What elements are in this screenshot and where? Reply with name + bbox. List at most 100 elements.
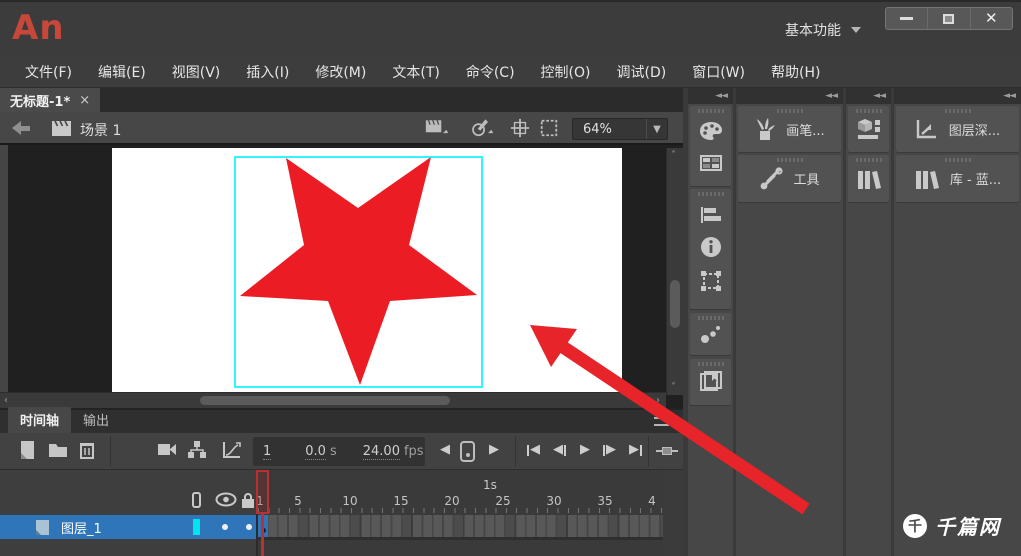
- scene-name-label[interactable]: 场景 1: [80, 120, 121, 140]
- go-to-first-frame-button[interactable]: ◀: [527, 440, 540, 460]
- align-icon[interactable]: [700, 206, 722, 224]
- layer-outline-color-swatch[interactable]: [193, 519, 200, 535]
- horizontal-scrollbar[interactable]: ‹ ›: [0, 392, 666, 408]
- maximize-button[interactable]: [928, 8, 971, 29]
- new-folder-icon[interactable]: [48, 440, 68, 460]
- menu-bar: 文件(F) 编辑(E) 视图(V) 插入(I) 修改(M) 文本(T) 命令(C…: [0, 56, 1021, 88]
- elapsed-time-value[interactable]: 0.0: [305, 444, 326, 460]
- document-tab[interactable]: 无标题-1* ×: [0, 88, 101, 112]
- layer-name[interactable]: 图层_1: [61, 518, 102, 537]
- vertical-scrollbar[interactable]: ˄ ˅: [666, 148, 683, 395]
- ruler-number: 15: [393, 494, 409, 508]
- chevron-down-icon: [851, 27, 861, 33]
- back-arrow-button[interactable]: [12, 121, 30, 135]
- outline-color-column-icon[interactable]: [191, 492, 202, 508]
- workspace-switcher[interactable]: 基本功能: [785, 20, 861, 40]
- menu-edit[interactable]: 编辑(E): [85, 56, 159, 88]
- tab-timeline[interactable]: 时间轴: [8, 407, 72, 433]
- current-frame-value[interactable]: 1: [263, 444, 272, 460]
- menu-debug[interactable]: 调试(D): [604, 56, 680, 88]
- playhead-marker[interactable]: [256, 470, 269, 514]
- collapse-panels-icon[interactable]: ◄◄: [736, 88, 843, 104]
- color-palette-icon[interactable]: [699, 121, 723, 141]
- panel-button-tools[interactable]: 工具: [738, 155, 841, 202]
- document-tab-bar: 无标题-1* ×: [0, 88, 683, 112]
- frame-rate-value[interactable]: 24.00: [362, 444, 400, 460]
- onion-skin-back-icon[interactable]: ◀: [440, 440, 450, 460]
- collapse-panels-icon[interactable]: ◄◄: [688, 88, 733, 104]
- 3d-position-icon[interactable]: [856, 117, 882, 141]
- scene-panel-icon[interactable]: [699, 370, 723, 394]
- panel-dock: ◄◄ ◄◄ 画笔... 工具 ◄◄ ◄◄ 图层深... 库 - 蓝...: [683, 88, 1021, 556]
- tab-close-icon[interactable]: ×: [79, 93, 90, 108]
- stage-content: [234, 156, 483, 388]
- collapse-panels-icon[interactable]: ◄◄: [846, 88, 891, 104]
- menu-modify[interactable]: 修改(M): [302, 56, 379, 88]
- layer-lock-dot[interactable]: [246, 524, 252, 530]
- horizontal-scroll-thumb[interactable]: [200, 396, 450, 405]
- scroll-left-icon[interactable]: ‹: [4, 395, 8, 406]
- menu-text[interactable]: 文本(T): [379, 56, 452, 88]
- center-frame-icon[interactable]: [508, 118, 532, 138]
- layer-row[interactable]: 图层_1: [0, 515, 256, 539]
- zoom-level-dropdown[interactable]: 64% ▼: [572, 118, 668, 140]
- new-layer-icon[interactable]: [18, 440, 37, 460]
- watermark-text: 千篇网: [935, 515, 1001, 539]
- window-controls: ✕: [885, 7, 1013, 30]
- clip-to-stage-icon[interactable]: [537, 118, 561, 138]
- frame-ruler-ticks[interactable]: [258, 508, 663, 513]
- camera-icon[interactable]: [157, 440, 177, 458]
- minimize-button[interactable]: [886, 8, 929, 29]
- app-logo: An: [12, 8, 65, 48]
- scroll-down-icon[interactable]: ˅: [671, 382, 676, 393]
- transform-icon[interactable]: [700, 270, 722, 292]
- center-playhead-icon[interactable]: [656, 445, 678, 457]
- panel-menu-icon[interactable]: [654, 417, 669, 426]
- info-icon[interactable]: [700, 236, 722, 258]
- scroll-right-icon[interactable]: ›: [656, 395, 660, 406]
- delete-trash-icon[interactable]: [78, 440, 96, 460]
- panel-group-library: [848, 155, 889, 202]
- close-icon: ✕: [985, 9, 998, 27]
- menu-view[interactable]: 视图(V): [159, 56, 234, 88]
- step-forward-button[interactable]: ▶: [603, 440, 616, 460]
- panel-button-brushes[interactable]: 画笔...: [738, 106, 841, 152]
- scroll-up-icon[interactable]: ˄: [671, 150, 676, 161]
- swatches-icon[interactable]: [699, 155, 722, 171]
- go-to-last-frame-button[interactable]: ▶: [629, 440, 642, 460]
- red-star-shape[interactable]: [240, 157, 477, 385]
- code-snippets-icon[interactable]: [700, 324, 722, 344]
- play-button[interactable]: ▶: [580, 440, 590, 460]
- edit-scene-icon[interactable]: [425, 118, 449, 138]
- panel-button-layer-depth[interactable]: 图层深...: [896, 106, 1019, 152]
- ruler-number: 4: [648, 494, 656, 508]
- library-books-icon[interactable]: [856, 167, 882, 191]
- layer-visible-dot[interactable]: [222, 524, 228, 530]
- step-back-button[interactable]: ◀: [553, 440, 566, 460]
- animate-application-window: An 基本功能 ✕ 文件(F) 编辑(E) 视图(V) 插入(I) 修改(M) …: [0, 0, 1021, 556]
- graph-editor-icon[interactable]: [222, 440, 242, 459]
- menu-insert[interactable]: 插入(I): [233, 56, 302, 88]
- visibility-eye-icon[interactable]: [215, 492, 237, 507]
- panel-column-a: ◄◄: [688, 88, 733, 556]
- workspace-label: 基本功能: [785, 23, 841, 39]
- tab-output[interactable]: 输出: [71, 407, 121, 433]
- menu-window[interactable]: 窗口(W): [679, 56, 758, 88]
- close-button[interactable]: ✕: [971, 8, 1012, 29]
- onion-skin-forward-icon[interactable]: ▶: [489, 440, 499, 460]
- onion-skin-range-icon[interactable]: [460, 441, 475, 462]
- menu-help[interactable]: 帮助(H): [758, 56, 833, 88]
- menu-command[interactable]: 命令(C): [453, 56, 528, 88]
- ruler-number: 35: [597, 494, 613, 508]
- maximize-icon: [943, 13, 955, 24]
- vertical-scroll-thumb[interactable]: [670, 280, 680, 328]
- frame-cells[interactable]: [258, 515, 663, 537]
- menu-control[interactable]: 控制(O): [528, 56, 604, 88]
- collapse-panels-icon[interactable]: ◄◄: [894, 88, 1021, 104]
- panel-column-d: ◄◄ 图层深... 库 - 蓝...: [894, 88, 1021, 556]
- menu-file[interactable]: 文件(F): [12, 56, 85, 88]
- panel-group-3d-position: [848, 106, 889, 152]
- edit-symbols-icon[interactable]: [470, 118, 494, 138]
- layer-parenting-icon[interactable]: [187, 440, 207, 459]
- panel-button-library-doc[interactable]: 库 - 蓝...: [896, 155, 1019, 202]
